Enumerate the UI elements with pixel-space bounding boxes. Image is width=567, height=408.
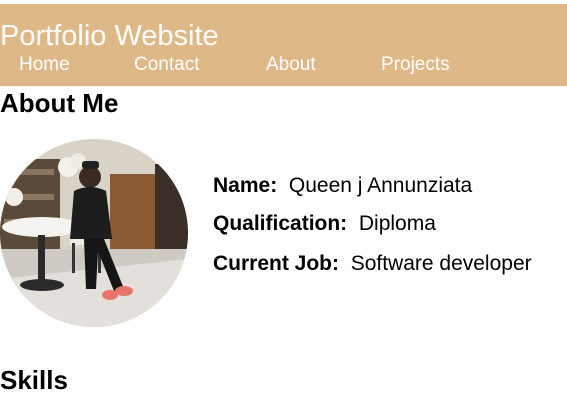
nav-link-contact[interactable]: Contact — [134, 52, 199, 78]
name-value: Queen j Annunziata — [288, 174, 473, 197]
qualification-value: Diploma — [358, 212, 436, 235]
current-job-value: Software developer — [350, 252, 532, 275]
site-title: Portfolio Website — [0, 20, 219, 52]
name-label: Name: — [213, 174, 284, 197]
main-nav: Home Contact About Projects — [0, 52, 567, 80]
site-header: Portfolio Website Home Contact About Pro… — [0, 4, 567, 86]
page: Portfolio Website Home Contact About Pro… — [0, 0, 567, 408]
nav-link-home[interactable]: Home — [19, 52, 70, 78]
current-job-label: Current Job: — [213, 252, 345, 275]
nav-link-projects[interactable]: Projects — [381, 52, 450, 78]
skills-heading: Skills — [0, 365, 68, 395]
info-row-current-job: Current Job: Software developer — [213, 250, 532, 278]
info-row-name: Name: Queen j Annunziata — [213, 172, 472, 200]
about-heading: About Me — [0, 88, 119, 118]
qualification-label: Qualification: — [213, 212, 354, 235]
nav-link-about[interactable]: About — [266, 52, 316, 78]
profile-photo — [0, 139, 188, 327]
info-row-qualification: Qualification: Diploma — [213, 210, 436, 238]
profile-photo-image — [0, 139, 188, 327]
